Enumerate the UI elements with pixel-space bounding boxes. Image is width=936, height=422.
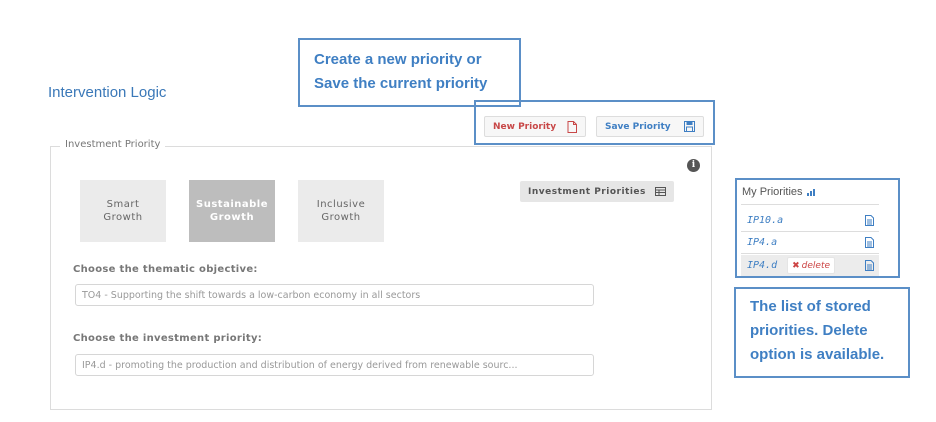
growth-option-label: Sustainable (196, 199, 268, 210)
floppy-disk-icon (684, 121, 695, 132)
investment-priorities-button[interactable]: Investment Priorities (520, 181, 674, 202)
info-icon[interactable]: i (687, 159, 700, 172)
delete-button[interactable]: ✖ delete (787, 257, 836, 274)
investment-priorities-label: Investment Priorities (528, 186, 646, 197)
priority-item-ip4a[interactable]: IP4.a (741, 232, 879, 253)
save-priority-button[interactable]: Save Priority (596, 116, 704, 137)
priority-code: IP4.a (747, 237, 778, 248)
delete-label: delete (801, 260, 831, 271)
growth-option-label: Inclusive (316, 199, 366, 210)
callout-line: Create a new priority or (314, 51, 482, 68)
growth-option-sustainable[interactable]: Sustainable Growth (189, 180, 275, 242)
callout-line: priorities. Delete (750, 322, 868, 339)
document-icon (865, 260, 874, 271)
priority-code: IP4.d (747, 260, 778, 271)
save-priority-label: Save Priority (605, 121, 671, 132)
callout-create-save: Create a new priority or Save the curren… (298, 38, 521, 107)
investment-priority-legend: Investment Priority (60, 139, 166, 150)
thematic-objective-field[interactable]: TO4 - Supporting the shift towards a low… (75, 284, 594, 306)
delete-icon: ✖ (792, 260, 800, 271)
growth-option-label: Growth (321, 212, 361, 223)
callout-stored-priorities: The list of stored priorities. Delete op… (734, 287, 910, 378)
my-priorities-title: My Priorities (742, 186, 815, 198)
document-icon (865, 215, 874, 226)
new-file-icon (567, 120, 577, 133)
priority-item-ip10a[interactable]: IP10.a (741, 210, 879, 231)
page-title: Intervention Logic (48, 84, 167, 101)
growth-option-label: Smart (106, 199, 140, 210)
table-icon (655, 187, 666, 196)
growth-option-label: Growth (209, 212, 255, 223)
new-priority-button[interactable]: New Priority (484, 116, 586, 137)
bar-chart-icon (806, 188, 815, 196)
priority-item-ip4d[interactable]: IP4.d ✖ delete (741, 255, 879, 276)
thematic-objective-label: Choose the thematic objective: (73, 264, 258, 275)
priority-code: IP10.a (747, 215, 784, 226)
growth-option-smart[interactable]: Smart Growth (80, 180, 166, 242)
callout-line: The list of stored (750, 298, 871, 315)
new-priority-label: New Priority (493, 121, 557, 132)
growth-option-label: Growth (103, 212, 143, 223)
investment-priority-field[interactable]: IP4.d - promoting the production and dis… (75, 354, 594, 376)
growth-option-inclusive[interactable]: Inclusive Growth (298, 180, 384, 242)
my-priorities-title-text: My Priorities (742, 186, 803, 198)
callout-line: option is available. (750, 346, 885, 363)
investment-priority-label: Choose the investment priority: (73, 333, 263, 344)
divider (741, 253, 879, 254)
divider (741, 204, 879, 205)
document-icon (865, 237, 874, 248)
callout-line: Save the current priority (314, 75, 488, 92)
